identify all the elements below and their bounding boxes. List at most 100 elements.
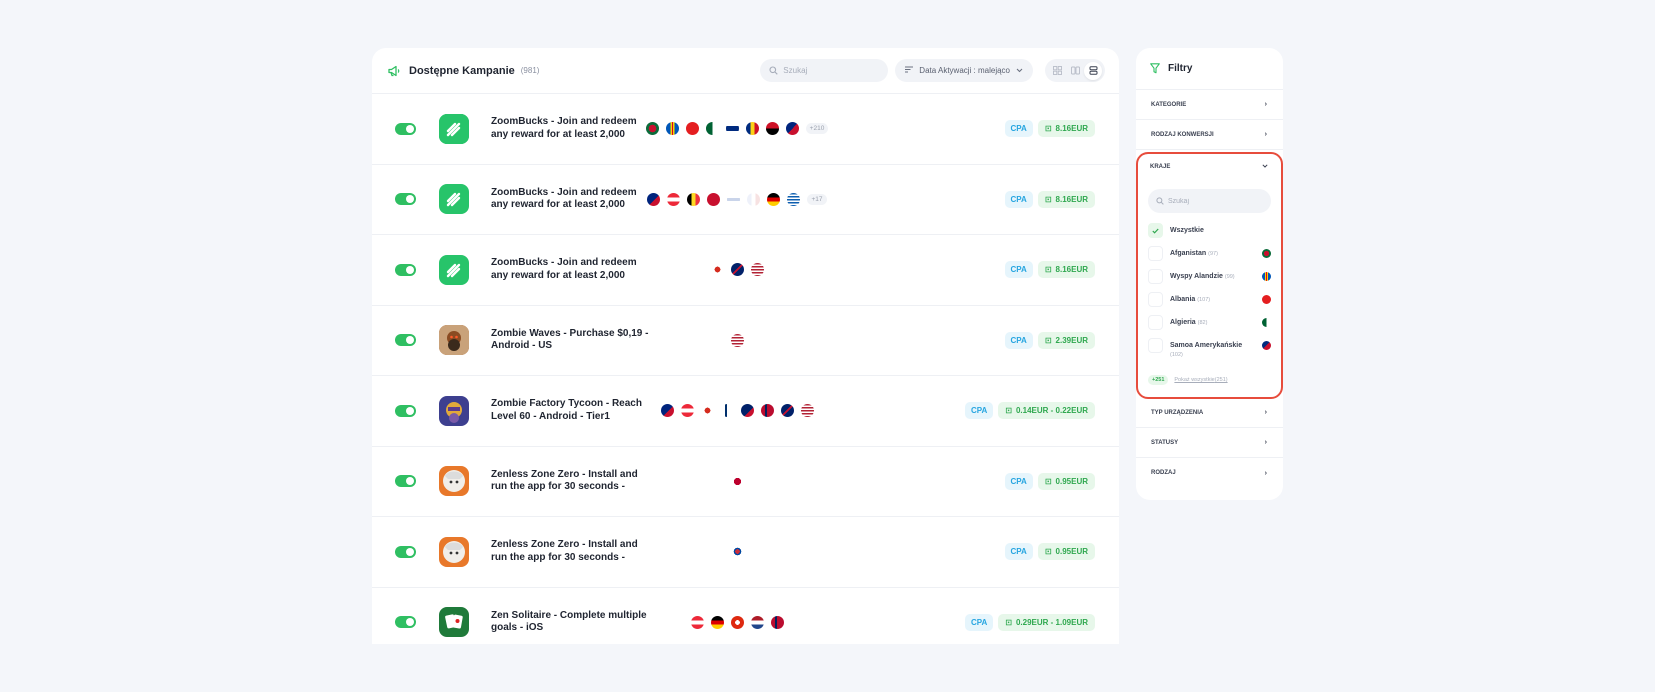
flag-icon bbox=[685, 122, 699, 136]
checkbox[interactable] bbox=[1148, 246, 1163, 261]
payout-badge: ⊡ 0.14EUR - 0.22EUR bbox=[998, 402, 1095, 420]
sort-dropdown[interactable]: Data Aktywacji : malejąco bbox=[895, 59, 1033, 82]
flag-icon bbox=[730, 333, 744, 347]
chevron-down-icon bbox=[1016, 66, 1023, 75]
type-badge: CPA bbox=[1004, 543, 1033, 561]
payout-badge: ⊡ 0.95EUR bbox=[1037, 472, 1095, 490]
flag-icon bbox=[730, 263, 744, 277]
filter-section-kategorie[interactable]: KATEGORIE › bbox=[1136, 90, 1283, 120]
active-toggle[interactable] bbox=[395, 334, 416, 347]
country-option[interactable]: Samoa Amerykańskie (102) bbox=[1138, 337, 1281, 369]
campaign-row[interactable]: Zombie Factory Tycoon - Reach Level 60 -… bbox=[372, 376, 1119, 447]
view-switch bbox=[1045, 59, 1105, 82]
campaign-row[interactable]: Zombie Waves - Purchase $0,19 - Android … bbox=[372, 306, 1119, 376]
chevron-right-icon: › bbox=[1264, 409, 1267, 416]
type-badge: CPA bbox=[1004, 120, 1033, 138]
payout-badge: ⊡ 0.95EUR bbox=[1037, 543, 1095, 561]
filter-section-rodzaj[interactable]: RODZAJ › bbox=[1136, 458, 1283, 488]
country-option-all[interactable]: Wszystkie bbox=[1138, 222, 1281, 245]
flag-icon bbox=[750, 263, 764, 277]
chevron-right-icon: › bbox=[1264, 469, 1267, 477]
list-icon bbox=[1089, 66, 1097, 75]
campaign-row[interactable]: ZoomBucks - Join and redeem any reward f… bbox=[372, 94, 1119, 165]
campaign-row[interactable]: ZoomBucks - Join and redeem any reward f… bbox=[372, 165, 1119, 235]
search-input[interactable] bbox=[783, 66, 884, 75]
kraje-header[interactable]: KRAJE bbox=[1138, 154, 1281, 180]
search-icon bbox=[769, 62, 778, 80]
payout-badge: ⊡ 8.16EUR bbox=[1037, 261, 1095, 279]
search-box[interactable] bbox=[760, 59, 889, 82]
grid-view-button[interactable] bbox=[1048, 62, 1066, 80]
show-all-link[interactable]: Pokaż wszystkie(251) bbox=[1174, 377, 1227, 383]
flag-icon bbox=[1262, 318, 1271, 327]
country-label: Algieria (82) bbox=[1170, 319, 1208, 326]
flag-icon bbox=[770, 615, 784, 629]
filters-header: Filtry bbox=[1136, 48, 1283, 90]
country-label: Afganistan (97) bbox=[1170, 250, 1218, 257]
campaign-badges: CPA ⊡ 8.16EUR bbox=[1004, 190, 1095, 208]
campaign-badges: CPA ⊡ 0.95EUR bbox=[1004, 543, 1095, 561]
active-toggle[interactable] bbox=[395, 616, 416, 629]
country-option[interactable]: Albania (107) bbox=[1138, 291, 1281, 314]
search-icon bbox=[1156, 192, 1164, 210]
checkbox[interactable] bbox=[1148, 223, 1163, 238]
zombie-waves-icon bbox=[439, 325, 469, 356]
filter-icon bbox=[1150, 63, 1160, 74]
country-option[interactable]: Algieria (82) bbox=[1138, 314, 1281, 337]
active-toggle[interactable] bbox=[395, 404, 416, 417]
zombie-factory-icon bbox=[439, 395, 469, 426]
list-view-button[interactable] bbox=[1084, 61, 1102, 80]
country-option[interactable]: Wyspy Alandzie (99) bbox=[1138, 268, 1281, 291]
flag-icon bbox=[710, 615, 724, 629]
cards-icon bbox=[1070, 66, 1080, 75]
type-badge: CPA bbox=[964, 613, 994, 631]
country-option[interactable]: Afganistan (97) bbox=[1138, 245, 1281, 268]
country-flags bbox=[612, 404, 862, 418]
checkbox[interactable] bbox=[1148, 315, 1163, 330]
flag-icon bbox=[647, 192, 661, 206]
campaign-row[interactable]: Zenless Zone Zero - Install and run the … bbox=[372, 447, 1119, 517]
flag-icon bbox=[710, 263, 724, 277]
lock-icon: ⊡ bbox=[1005, 617, 1012, 627]
campaign-row[interactable]: Zen Solitaire - Complete multiple goals … bbox=[372, 588, 1119, 645]
filter-section-typ-urzadzenia[interactable]: TYP URZĄDZENIA › bbox=[1136, 398, 1283, 428]
zenless-zone-zero-icon bbox=[439, 466, 469, 497]
flag-icon bbox=[767, 192, 781, 206]
flag-icon bbox=[787, 192, 801, 206]
active-toggle[interactable] bbox=[395, 545, 416, 558]
campaign-badges: CPA ⊡ 8.16EUR bbox=[1004, 261, 1095, 279]
campaign-badges: CPA ⊡ 0.95EUR bbox=[1004, 472, 1095, 490]
active-toggle[interactable] bbox=[395, 193, 416, 206]
type-badge: CPA bbox=[1004, 472, 1033, 490]
more-countries[interactable]: +17 bbox=[807, 193, 827, 205]
campaign-badges: CPA ⊡ 0.14EUR - 0.22EUR bbox=[964, 402, 1095, 420]
payout-badge: ⊡ 8.16EUR bbox=[1037, 120, 1095, 138]
flag-icon bbox=[747, 192, 761, 206]
checkbox[interactable] bbox=[1148, 292, 1163, 307]
filter-section-statusy[interactable]: STATUSY › bbox=[1136, 428, 1283, 458]
active-toggle[interactable] bbox=[395, 122, 416, 135]
active-toggle[interactable] bbox=[395, 475, 416, 488]
type-badge: CPA bbox=[1004, 190, 1033, 208]
campaign-badges: CPA ⊡ 0.29EUR - 1.09EUR bbox=[964, 613, 1095, 631]
flag-icon bbox=[707, 192, 721, 206]
campaign-row[interactable]: ZoomBucks - Join and redeem any reward f… bbox=[372, 235, 1119, 306]
card-view-button[interactable] bbox=[1066, 62, 1084, 80]
type-badge: CPA bbox=[1004, 261, 1033, 279]
kraje-search-input[interactable] bbox=[1168, 197, 1258, 205]
active-toggle[interactable] bbox=[395, 263, 416, 276]
flag-icon bbox=[760, 404, 774, 418]
zoombucks-icon bbox=[439, 113, 469, 144]
campaign-row[interactable]: Zenless Zone Zero - Install and run the … bbox=[372, 517, 1119, 588]
more-countries[interactable]: +210 bbox=[805, 123, 829, 135]
country-label: Albania (107) bbox=[1170, 296, 1211, 303]
flag-icon bbox=[765, 122, 779, 136]
filter-section-rodzaj-konwersji[interactable]: RODZAJ KONWERSJI › bbox=[1136, 120, 1283, 150]
payout-badge: ⊡ 8.16EUR bbox=[1037, 190, 1095, 208]
kraje-search-box[interactable] bbox=[1148, 189, 1271, 213]
flag-icon bbox=[785, 122, 799, 136]
country-flags bbox=[612, 474, 862, 488]
zoombucks-icon bbox=[439, 254, 469, 285]
checkbox[interactable] bbox=[1148, 338, 1163, 353]
checkbox[interactable] bbox=[1148, 269, 1163, 284]
